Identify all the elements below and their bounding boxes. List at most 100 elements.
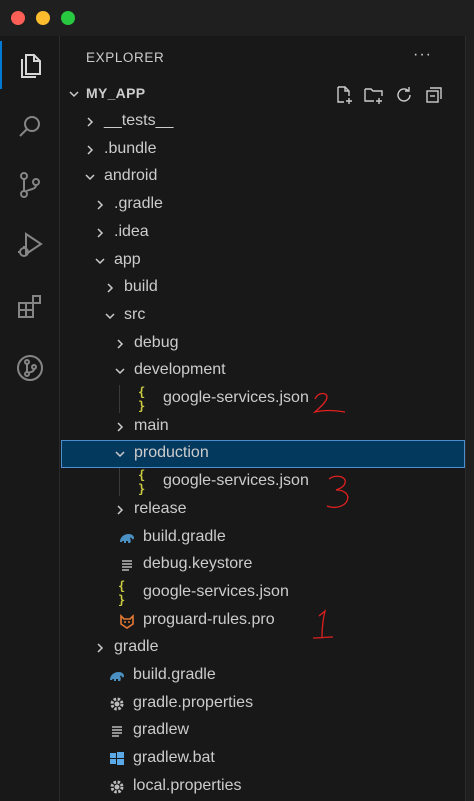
- chevron-right-icon: [117, 422, 124, 432]
- tree-folder-row[interactable]: src: [61, 302, 465, 330]
- chevron-right-icon: [87, 117, 94, 127]
- explorer-sidebar: EXPLORER ··· MY_APP __tests__ .bundle andr…: [61, 36, 465, 801]
- chevron-down-icon: [69, 91, 79, 98]
- tree-file-row[interactable]: { } google-services.json: [61, 579, 465, 607]
- tree-file-row[interactable]: local.properties: [61, 773, 465, 801]
- tree-file-row[interactable]: gradlew: [61, 717, 465, 745]
- tree-file-row[interactable]: build.gradle: [61, 662, 465, 690]
- file-name: google-services.json: [163, 389, 309, 406]
- folder-name: development: [134, 361, 226, 379]
- close-window-button[interactable]: [11, 11, 25, 25]
- more-actions-button[interactable]: ···: [413, 46, 432, 64]
- new-folder-button[interactable]: [363, 84, 385, 106]
- chevron-right-icon: [117, 339, 124, 349]
- files-icon: [21, 54, 41, 78]
- tree-file-row[interactable]: debug.keystore: [61, 551, 465, 579]
- chevron-right-icon: [107, 283, 114, 293]
- tree-folder-row[interactable]: .idea: [61, 219, 465, 247]
- file-name: gradlew.bat: [133, 749, 215, 767]
- workspace-name: MY_APP: [86, 85, 146, 101]
- annotation-1: [312, 609, 334, 639]
- text-file-icon: [118, 556, 136, 574]
- tree-folder-row[interactable]: gradle: [61, 634, 465, 662]
- extensions-icon: [18, 295, 41, 318]
- text-file-icon: [108, 722, 126, 740]
- folder-name: gradle: [114, 638, 159, 656]
- tree-folder-row[interactable]: development: [61, 357, 465, 385]
- window-titlebar: [0, 0, 474, 36]
- search-view-button[interactable]: [0, 103, 60, 151]
- extensions-view-button[interactable]: [0, 283, 60, 331]
- git-graph-view-button[interactable]: [0, 344, 60, 392]
- file-name: google-services.json: [143, 582, 289, 600]
- chevron-right-icon: [97, 200, 104, 210]
- tree-file-row[interactable]: gradlew.bat: [61, 745, 465, 773]
- run-debug-icon: [18, 232, 43, 257]
- collapse-all-button[interactable]: [423, 84, 445, 106]
- run-debug-view-button[interactable]: [0, 221, 60, 269]
- file-name: local.properties: [133, 776, 242, 794]
- folder-name: debug: [134, 333, 179, 351]
- search-icon: [19, 116, 40, 137]
- annotation-3: [326, 475, 349, 508]
- tree-folder-row[interactable]: .bundle: [61, 136, 465, 164]
- file-name: proguard-rules.pro: [143, 610, 275, 628]
- new-file-button[interactable]: [333, 84, 355, 106]
- chevron-down-icon: [115, 368, 125, 375]
- folder-name: src: [124, 305, 146, 323]
- chevron-down-icon: [85, 174, 95, 181]
- proguard-icon: [118, 612, 136, 630]
- folder-name: .bundle: [104, 139, 157, 157]
- tree-folder-row[interactable]: build: [61, 274, 465, 302]
- explorer-header-actions: [331, 84, 451, 106]
- explorer-title: EXPLORER: [86, 50, 165, 65]
- annotation-2: [312, 392, 346, 414]
- folder-name: __tests__: [104, 112, 174, 129]
- tree-file-row[interactable]: { } google-services.json: [61, 385, 465, 413]
- tree-folder-row[interactable]: app: [61, 247, 465, 275]
- tree-file-row[interactable]: build.gradle: [61, 524, 465, 552]
- tree-folder-row[interactable]: production: [61, 440, 465, 469]
- folder-name: app: [114, 250, 141, 268]
- indent-guide: [119, 385, 120, 413]
- minimize-window-button[interactable]: [36, 11, 50, 25]
- folder-name: android: [104, 167, 158, 185]
- tree-folder-row[interactable]: android: [61, 163, 465, 191]
- file-name: gradlew: [133, 721, 190, 739]
- chevron-right-icon: [87, 145, 94, 155]
- file-name: gradle.properties: [133, 693, 254, 711]
- editor-edge: [465, 36, 474, 801]
- tree-folder-row[interactable]: main: [61, 413, 465, 441]
- zoom-window-button[interactable]: [61, 11, 75, 25]
- tree-file-row[interactable]: { } google-services.json: [61, 468, 465, 496]
- explorer-view-button[interactable]: [0, 41, 60, 89]
- tree-folder-row[interactable]: release: [61, 496, 465, 524]
- windows-icon: [108, 750, 126, 768]
- chevron-down-icon: [95, 257, 105, 264]
- source-control-view-button[interactable]: [0, 161, 60, 209]
- indent-guide: [119, 468, 120, 496]
- new-folder-icon: [364, 88, 383, 104]
- workspace-section-header[interactable]: MY_APP: [61, 80, 465, 108]
- gradle-elephant-icon: [118, 529, 136, 547]
- tree-file-row[interactable]: proguard-rules.pro: [61, 607, 465, 635]
- json-file-icon: { }: [138, 385, 146, 413]
- folder-name: release: [134, 499, 187, 517]
- folder-name: main: [134, 416, 169, 434]
- settings-gear-icon: [108, 778, 126, 796]
- tree-folder-row[interactable]: __tests__: [61, 108, 465, 136]
- gradle-elephant-icon: [108, 667, 126, 685]
- chevron-right-icon: [97, 228, 104, 238]
- file-name: build.gradle: [143, 527, 226, 545]
- tree-folder-row[interactable]: .gradle: [61, 191, 465, 219]
- folder-name: production: [134, 444, 209, 462]
- chevron-right-icon: [117, 505, 124, 515]
- tree-folder-row[interactable]: debug: [61, 330, 465, 358]
- folder-name: .gradle: [114, 195, 163, 213]
- new-file-icon: [337, 86, 352, 104]
- json-file-icon: { }: [118, 578, 126, 607]
- refresh-explorer-button[interactable]: [393, 84, 415, 106]
- tree-file-row[interactable]: gradle.properties: [61, 690, 465, 718]
- json-file-icon: { }: [138, 468, 146, 497]
- collapse-all-icon: [426, 87, 442, 103]
